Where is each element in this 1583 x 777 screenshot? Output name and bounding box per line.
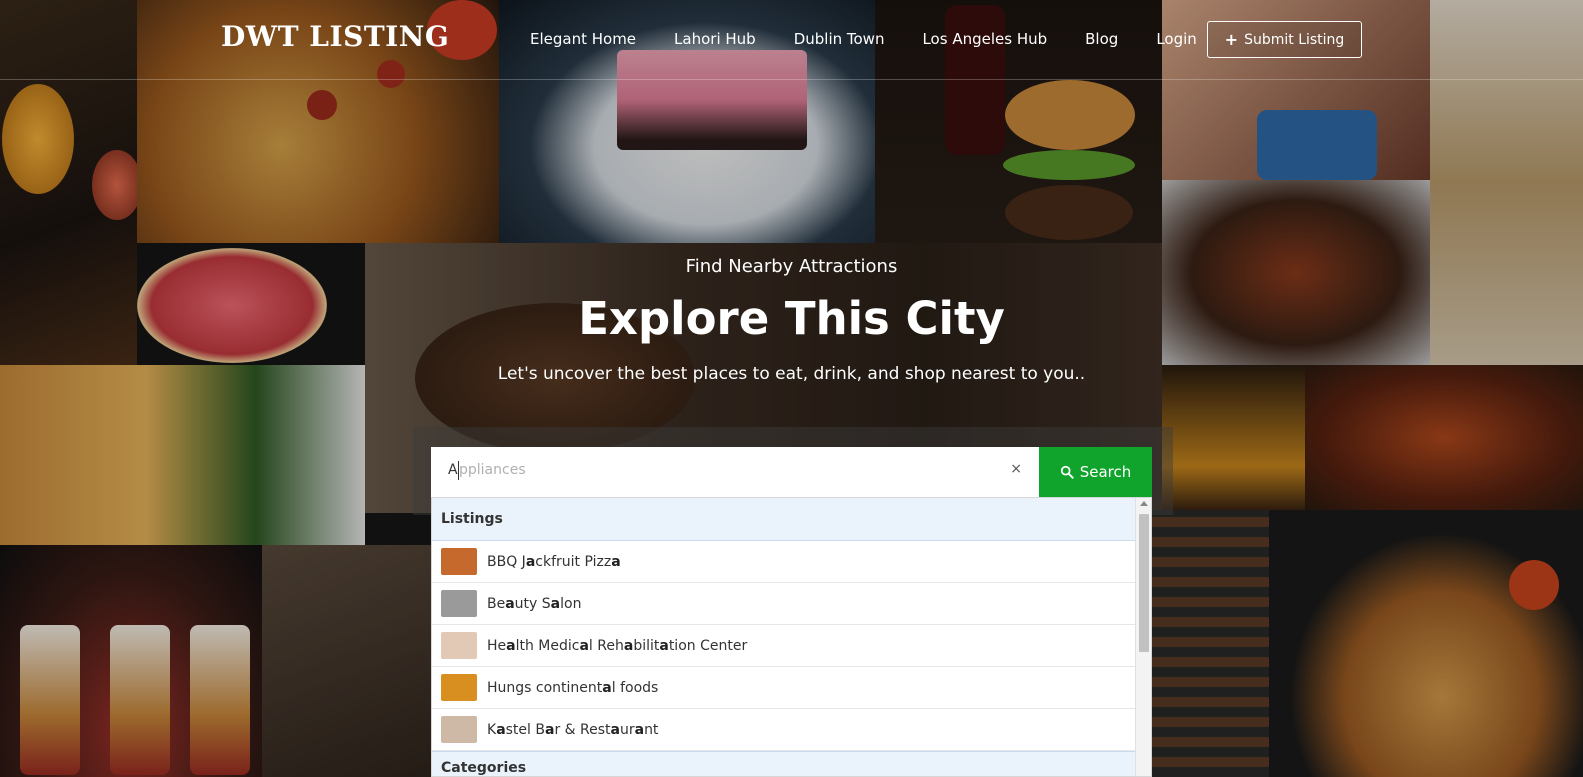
beer-image (1162, 365, 1305, 510)
hero-title: Explore This City (578, 292, 1005, 345)
submit-listing-label: Submit Listing (1244, 31, 1345, 48)
autocomplete-dropdown: Listings BBQ Jackfruit Pizza Beauty Salon… (431, 497, 1152, 777)
plus-icon: + (1224, 30, 1239, 49)
site-logo[interactable]: DWT LISTING (221, 20, 449, 53)
listing-thumbnail (441, 590, 477, 617)
grill-image (1152, 510, 1269, 777)
listing-thumbnail (441, 716, 477, 743)
nav-blog[interactable]: Blog (1085, 30, 1118, 48)
search-typed-text: A (448, 462, 458, 478)
listing-result-item[interactable]: BBQ Jackfruit Pizza (432, 541, 1136, 583)
search-button-label: Search (1079, 463, 1132, 481)
listing-result-label: Hungs continental foods (487, 679, 659, 696)
clear-icon[interactable]: × (1010, 461, 1022, 477)
listing-result-item[interactable]: Health Medical Rehabilitation Center (432, 625, 1136, 667)
table-spread-image (262, 545, 432, 777)
listing-thumbnail (441, 632, 477, 659)
meat-image (1305, 365, 1583, 510)
listing-thumbnail (441, 548, 477, 575)
listing-result-label: Kastel Bar & Restaurant (487, 721, 659, 738)
search-input[interactable]: A ppliances × (431, 447, 1039, 497)
search-autocomplete-hint: ppliances (459, 462, 526, 478)
mac-cheese-image (0, 365, 365, 545)
pizza-board-image (1269, 510, 1583, 777)
dropdown-scrollbar[interactable] (1135, 498, 1151, 776)
nav-los-angeles-hub[interactable]: Los Angeles Hub (922, 30, 1047, 48)
nav-elegant-home[interactable]: Elegant Home (530, 30, 636, 48)
listing-results: BBQ Jackfruit Pizza Beauty Salon Health Me… (432, 541, 1151, 751)
listing-result-item[interactable]: Beauty Salon (432, 583, 1136, 625)
listing-result-label: Health Medical Rehabilitation Center (487, 637, 748, 654)
search-icon (1060, 465, 1074, 479)
listing-thumbnail (441, 674, 477, 701)
scroll-up-icon[interactable] (1140, 501, 1148, 506)
listing-result-label: BBQ Jackfruit Pizza (487, 553, 621, 570)
hero-subtitle: Let's uncover the best places to eat, dr… (497, 364, 1086, 384)
parfait-image (0, 545, 262, 777)
nav-login[interactable]: Login (1156, 30, 1196, 48)
scrollbar-thumb[interactable] (1139, 514, 1149, 652)
main-nav: Elegant Home Lahori Hub Dublin Town Los … (530, 30, 1235, 48)
search-button[interactable]: Search (1039, 447, 1152, 497)
listing-result-item[interactable]: Kastel Bar & Restaurant (432, 709, 1136, 751)
listing-result-label: Beauty Salon (487, 595, 582, 612)
listing-result-item[interactable]: Hungs continental foods (432, 667, 1136, 709)
hero-kicker: Find Nearby Attractions (685, 256, 898, 277)
submit-listing-button[interactable]: + Submit Listing (1207, 21, 1362, 58)
nav-dublin-town[interactable]: Dublin Town (794, 30, 885, 48)
site-header: DWT LISTING Elegant Home Lahori Hub Dubl… (0, 0, 1583, 80)
listings-heading: Listings (432, 498, 1136, 541)
nav-lahori-hub[interactable]: Lahori Hub (674, 30, 756, 48)
categories-heading: Categories (432, 751, 1136, 776)
